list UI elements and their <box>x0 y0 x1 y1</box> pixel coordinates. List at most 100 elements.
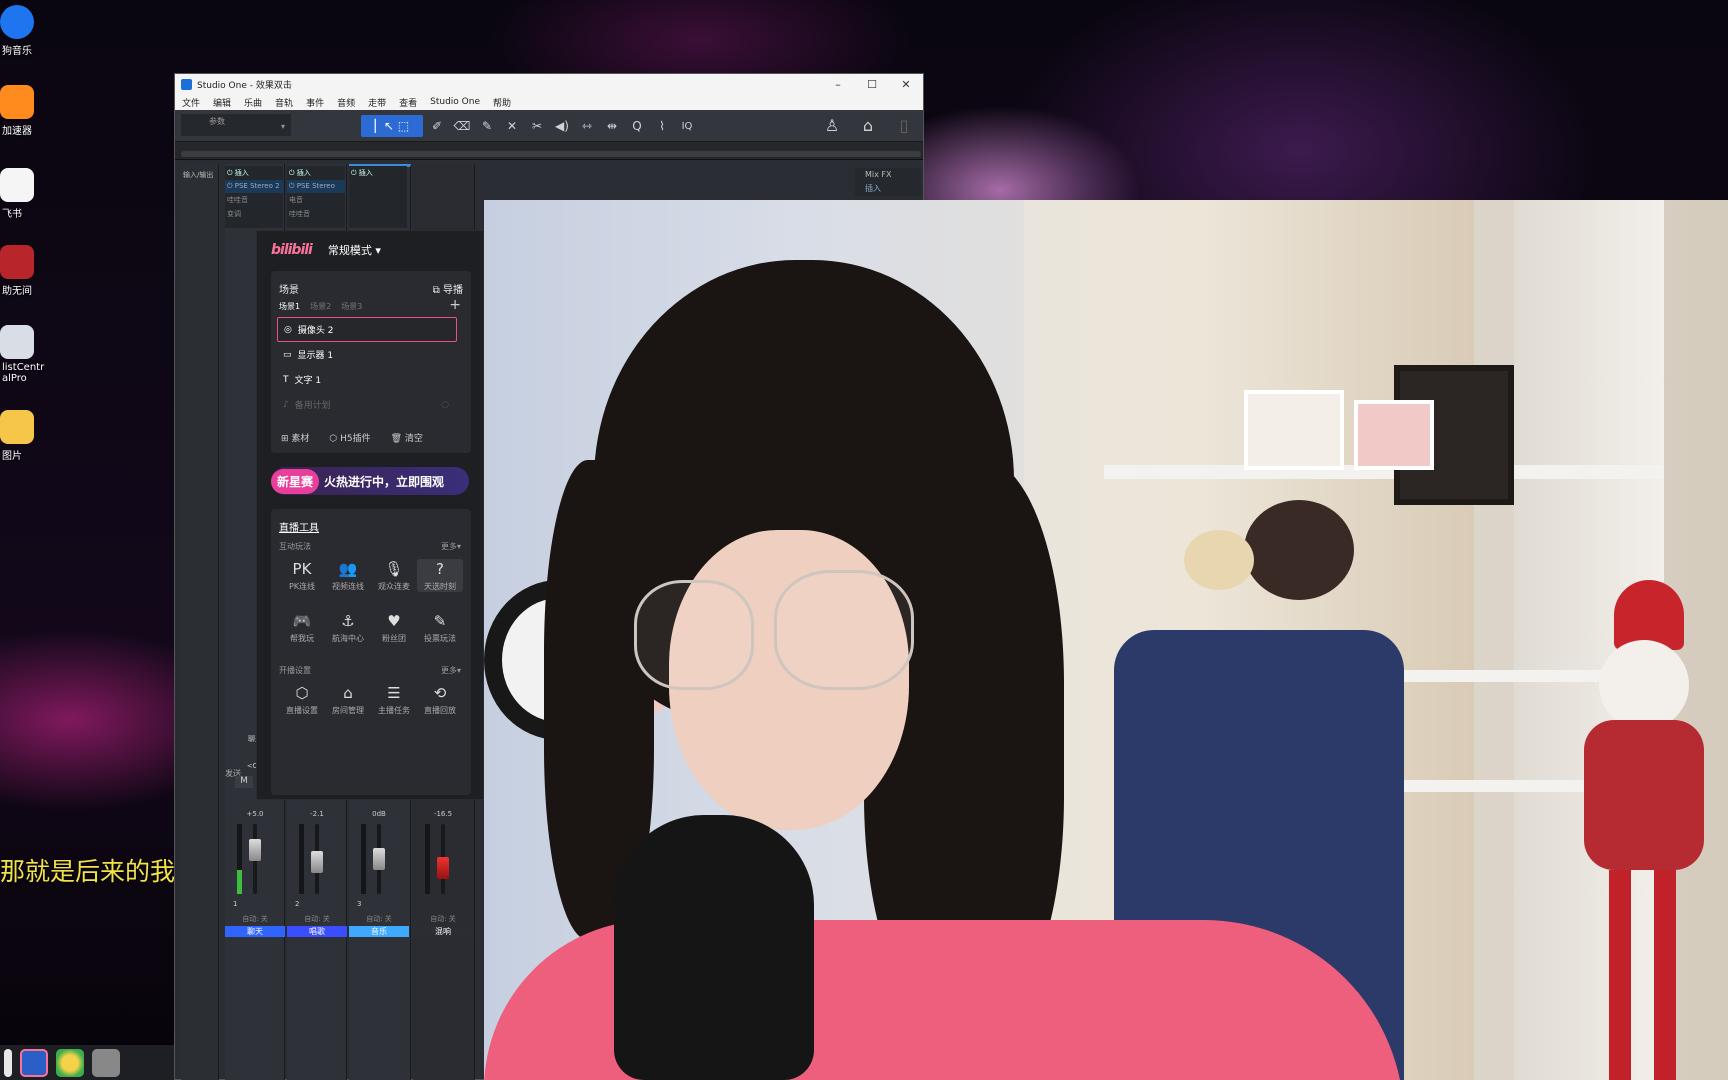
close-button[interactable]: ✕ <box>889 78 923 91</box>
channel-name[interactable]: 音乐 <box>349 926 409 937</box>
stretch-tool-icon[interactable]: ⇹ <box>601 115 623 137</box>
listen-tool-icon[interactable]: ◀) <box>551 115 573 137</box>
eraser-tool-icon[interactable]: ⌫ <box>451 115 473 137</box>
channel-name[interactable]: 混响 <box>413 926 473 937</box>
insert-plugin[interactable]: ⏻ PSE Stereo 2 <box>225 180 283 193</box>
channel-name[interactable]: 聊天 <box>225 926 285 937</box>
folder-app-icon[interactable] <box>92 1048 120 1077</box>
insert-sub[interactable]: 哇哇音 <box>287 207 345 221</box>
scene-tab[interactable]: 场景2 <box>310 301 331 312</box>
tool-button[interactable]: ♥ 粉丝团 <box>371 611 417 644</box>
range-tool-icon[interactable]: ✐ <box>426 115 448 137</box>
snap-icon[interactable]: ⌇ <box>651 115 673 137</box>
tool-button[interactable]: 🎮 帮我玩 <box>279 611 325 644</box>
mute-tool-icon[interactable]: ✕ <box>501 115 523 137</box>
scene-action-button[interactable]: ⊞ 素材 <box>281 431 309 444</box>
preset-field[interactable]: 参数 ▾ <box>181 114 291 136</box>
insert-slot[interactable]: ⏻ 插入 ⏻ PSE Stereo 2 哇哇音 变调 <box>225 166 283 228</box>
channel-name[interactable]: 唱歌 <box>287 926 347 937</box>
tool-button[interactable]: ✎ 投票玩法 <box>417 611 463 644</box>
menu-item[interactable]: 音轨 <box>275 96 293 109</box>
automation-label[interactable]: 自动: 关 <box>225 914 285 924</box>
desktop-icon[interactable]: listCentr alPro <box>0 325 64 384</box>
menu-item[interactable]: Studio One <box>430 97 480 107</box>
maximize-button[interactable]: ☐ <box>855 78 889 91</box>
tool-button[interactable]: ⟲ 直播回放 <box>417 683 463 716</box>
tool-button[interactable]: ⬡ 直播设置 <box>279 683 325 716</box>
quantize-icon[interactable]: Q <box>626 115 648 137</box>
menu-item[interactable]: 事件 <box>306 96 324 109</box>
insert-sub[interactable] <box>349 188 407 192</box>
menu-item[interactable]: 帮助 <box>493 96 511 109</box>
mute-button[interactable]: M <box>235 776 253 788</box>
scene-tab[interactable]: 场景1 <box>279 301 300 312</box>
bend-tool-icon[interactable]: ⇿ <box>576 115 598 137</box>
timeline-scrollbar[interactable] <box>181 151 921 157</box>
automation-label[interactable]: 自动: 关 <box>413 914 473 924</box>
desktop-app-icon <box>0 410 34 444</box>
insert-slot[interactable]: ⏻ 插入 <box>349 166 407 228</box>
tool-button[interactable]: 👥 视频连线 <box>325 559 371 592</box>
chrome-icon[interactable] <box>56 1048 84 1077</box>
mode-dropdown[interactable]: 常规模式 ▾ <box>328 242 381 258</box>
insert-slot[interactable]: ⏻ 插入 ⏻ PSE Stereo 电音 哇哇音 <box>287 166 345 228</box>
menu-item[interactable]: 走带 <box>368 96 386 109</box>
menu-item[interactable]: 编辑 <box>213 96 231 109</box>
insert-sub[interactable]: 哇哇音 <box>225 193 283 207</box>
source-item[interactable]: ▭ 显示器 1 <box>277 342 457 367</box>
tool-button[interactable]: PK PK连线 <box>279 559 325 592</box>
add-scene-icon[interactable]: + <box>449 297 461 313</box>
minimize-button[interactable]: – <box>821 78 855 91</box>
bilibili-app-icon[interactable] <box>20 1048 48 1077</box>
menu-item[interactable]: 查看 <box>399 96 417 109</box>
source-item[interactable]: ◎ 摄像头 2 <box>277 317 457 342</box>
scene-action-button[interactable]: 🗑 清空 <box>391 431 423 444</box>
menu-item[interactable]: 音频 <box>337 96 355 109</box>
tool-button[interactable]: ⌂ 房间管理 <box>325 683 371 716</box>
io-label: 输入/输出 <box>183 171 214 179</box>
desktop-icon[interactable]: 图片 <box>0 410 64 462</box>
insert-sub[interactable]: 变调 <box>225 207 283 221</box>
automation-label[interactable]: 自动: 关 <box>287 914 347 924</box>
mix-fx-slot[interactable]: Mix FX 插入 <box>855 168 921 196</box>
desktop-icon[interactable]: 加速器 <box>0 85 64 137</box>
automation-label[interactable]: 自动: 关 <box>349 914 409 924</box>
fader-knob[interactable] <box>249 839 261 861</box>
fader-knob[interactable] <box>437 857 449 879</box>
arrow-tool[interactable]: ▏↖ ⬚ <box>361 115 423 137</box>
interact-more-button[interactable]: 更多▾ <box>441 541 461 552</box>
eye-hidden-icon[interactable]: ◌ <box>441 400 449 410</box>
tool-label: 直播设置 <box>286 706 318 715</box>
insert-sub[interactable]: 电音 <box>287 193 345 207</box>
paint-tool-icon[interactable]: ✎ <box>476 115 498 137</box>
scene-tab[interactable]: 场景3 <box>341 301 362 312</box>
guide-label: 导播 <box>443 285 463 296</box>
user-icon[interactable]: ♙ <box>821 114 843 136</box>
desktop-icon[interactable]: 飞书 <box>0 168 64 220</box>
tool-button[interactable]: 🎙 观众连麦 <box>371 559 417 592</box>
desktop-icon[interactable]: 狗音乐 <box>0 5 64 57</box>
guide-button[interactable]: ⧉ 导播 <box>433 281 463 296</box>
desktop-icon[interactable]: 助无间 <box>0 245 64 297</box>
home-icon[interactable]: ⌂ <box>857 114 879 136</box>
level-meter <box>299 824 304 894</box>
tool-button[interactable]: ☰ 主播任务 <box>371 683 417 716</box>
source-item[interactable]: ♪ 备用计划 ◌ <box>277 392 457 417</box>
scene-action-button[interactable]: ⬡ H5插件 <box>329 431 370 444</box>
tool-button[interactable]: ⚓ 航海中心 <box>325 611 371 644</box>
taskbar-app-icon[interactable] <box>4 1048 12 1077</box>
fader-knob[interactable] <box>311 851 323 873</box>
promo-banner[interactable]: 新星赛 火热进行中，立即围观 <box>271 467 469 495</box>
menu-item[interactable]: 乐曲 <box>244 96 262 109</box>
setup-more-button[interactable]: 更多▾ <box>441 665 461 676</box>
page-icon[interactable]: ▯ <box>893 114 915 136</box>
source-item[interactable]: T 文字 1 <box>277 367 457 392</box>
iq-icon[interactable]: IQ <box>676 115 698 137</box>
fader-knob[interactable] <box>373 848 385 870</box>
menu-bar: 文件 编辑 乐曲 音轨 事件 音频 走带 查看 Studio One 帮助 <box>175 94 923 110</box>
tool-button[interactable]: ? 天选时刻 <box>417 559 463 592</box>
menu-item[interactable]: 文件 <box>182 96 200 109</box>
insert-plugin[interactable]: ⏻ PSE Stereo <box>287 180 345 193</box>
source-icon: ♪ <box>283 399 289 410</box>
split-tool-icon[interactable]: ✂ <box>526 115 548 137</box>
